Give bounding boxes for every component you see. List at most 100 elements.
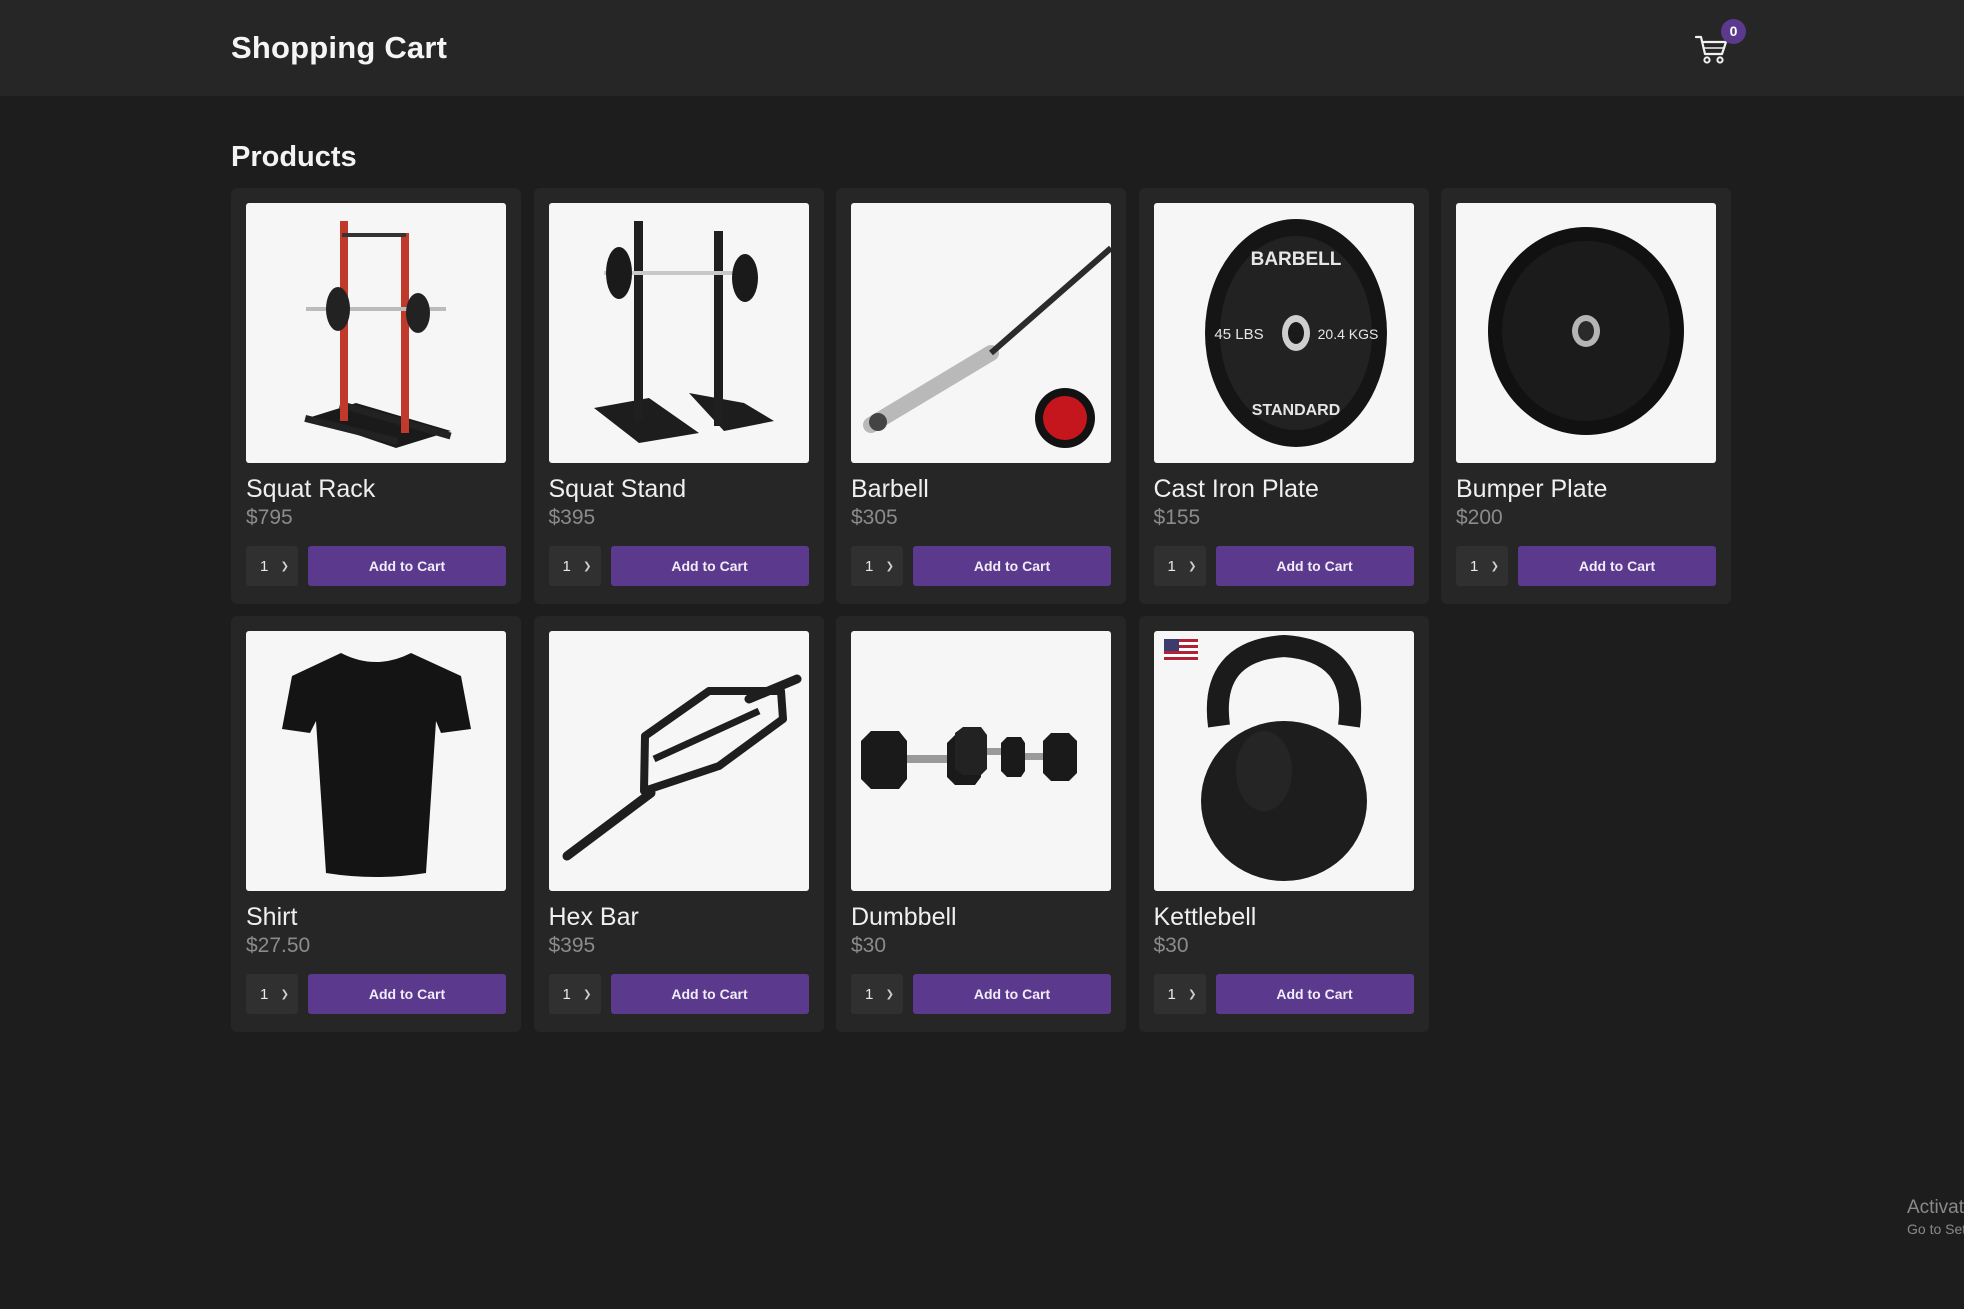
product-card: Squat Stand $395 1 ❯ Add to Cart bbox=[533, 188, 824, 604]
products-heading: Products bbox=[231, 141, 357, 173]
quantity-select[interactable]: 1 ❯ bbox=[851, 974, 903, 1014]
product-image bbox=[851, 203, 1111, 463]
squat-stand-image bbox=[593, 221, 774, 443]
product-price: $200 bbox=[1456, 506, 1503, 529]
quantity-select[interactable]: 1 ❯ bbox=[1153, 546, 1206, 586]
product-name: Cast Iron Plate bbox=[1153, 475, 1319, 503]
barbell-image bbox=[863, 245, 1111, 448]
watermark-title: Activate Windows bbox=[1907, 1197, 1964, 1218]
watermark-subtitle: Go to Settings to activate Windows. bbox=[1907, 1221, 1964, 1237]
product-name: Squat Stand bbox=[548, 475, 687, 503]
product-controls: 1 ❯ Add to Cart bbox=[851, 974, 1111, 1014]
plate-right-text: 20.4 KGS bbox=[1317, 326, 1378, 342]
product-price: $305 bbox=[851, 506, 898, 529]
add-to-cart-button[interactable]: Add to Cart bbox=[913, 974, 1111, 1014]
add-to-cart-button[interactable]: Add to Cart bbox=[308, 546, 506, 586]
quantity-value: 1 bbox=[1167, 557, 1176, 575]
product-card: Bumper Plate $200 1 ❯ Add to Cart bbox=[1441, 188, 1731, 604]
product-image bbox=[246, 203, 506, 463]
quantity-select[interactable]: 1 ❯ bbox=[548, 974, 601, 1014]
product-controls: 1 ❯ Add to Cart bbox=[246, 546, 506, 586]
product-controls: 1 ❯ Add to Cart bbox=[548, 546, 809, 586]
bumper-plate-image bbox=[1488, 227, 1684, 435]
squat-rack-image bbox=[304, 221, 452, 448]
product-price: $155 bbox=[1153, 506, 1201, 529]
product-name: Dumbbell bbox=[851, 903, 957, 931]
product-image bbox=[246, 631, 506, 891]
product-price: $395 bbox=[548, 506, 596, 529]
quantity-value: 1 bbox=[865, 985, 874, 1003]
add-to-cart-button[interactable]: Add to Cart bbox=[610, 974, 809, 1014]
app-title: Shopping Cart bbox=[231, 30, 448, 65]
chevron-down-icon: ❯ bbox=[280, 988, 289, 1000]
product-name: Squat Rack bbox=[246, 475, 376, 503]
add-to-cart-button[interactable]: Add to Cart bbox=[1215, 546, 1414, 586]
product-image: BARBELL 45 LBS 20.4 KGS STANDARD bbox=[1153, 203, 1414, 463]
product-image bbox=[548, 631, 809, 891]
add-to-cart-button[interactable]: Add to Cart bbox=[610, 546, 809, 586]
chevron-down-icon: ❯ bbox=[583, 560, 592, 572]
product-controls: 1 ❯ Add to Cart bbox=[1153, 974, 1414, 1014]
quantity-select[interactable]: 1 ❯ bbox=[548, 546, 601, 586]
add-to-cart-button[interactable]: Add to Cart bbox=[1215, 974, 1414, 1014]
quantity-value: 1 bbox=[1167, 985, 1176, 1003]
plate-bottom-text: STANDARD bbox=[1251, 402, 1340, 419]
hex-bar-image bbox=[562, 674, 801, 861]
kettlebell-image bbox=[1163, 634, 1367, 881]
product-image bbox=[548, 203, 809, 463]
product-controls: 1 ❯ Add to Cart bbox=[1153, 546, 1414, 586]
product-card: Barbell $305 1 ❯ Add to Cart bbox=[836, 188, 1126, 604]
quantity-value: 1 bbox=[260, 985, 269, 1003]
product-card: Shirt $27.50 1 ❯ Add to Cart bbox=[231, 616, 521, 1032]
product-name: Barbell bbox=[851, 475, 929, 503]
product-image bbox=[1153, 631, 1414, 891]
chevron-down-icon: ❯ bbox=[1188, 560, 1197, 572]
plate-left-text: 45 LBS bbox=[1214, 326, 1263, 343]
product-image bbox=[1456, 203, 1716, 463]
chevron-down-icon: ❯ bbox=[583, 988, 592, 1000]
product-price: $395 bbox=[548, 934, 596, 957]
dumbbell-image bbox=[861, 727, 1077, 789]
product-controls: 1 ❯ Add to Cart bbox=[246, 974, 506, 1014]
product-controls: 1 ❯ Add to Cart bbox=[851, 546, 1111, 586]
product-name: Hex Bar bbox=[548, 903, 639, 931]
product-name: Bumper Plate bbox=[1456, 475, 1608, 503]
add-to-cart-button[interactable]: Add to Cart bbox=[913, 546, 1111, 586]
product-controls: 1 ❯ Add to Cart bbox=[548, 974, 809, 1014]
us-flag-icon bbox=[1163, 639, 1198, 661]
cart-count-badge: 0 bbox=[1721, 19, 1746, 44]
product-name: Kettlebell bbox=[1153, 903, 1257, 931]
product-price: $30 bbox=[1153, 934, 1189, 957]
product-price: $795 bbox=[246, 506, 293, 529]
product-name: Shirt bbox=[246, 903, 298, 931]
product-price: $27.50 bbox=[246, 934, 311, 957]
product-price: $30 bbox=[851, 934, 887, 957]
product-card: Dumbbell $30 1 ❯ Add to Cart bbox=[836, 616, 1126, 1032]
quantity-select[interactable]: 1 ❯ bbox=[1153, 974, 1206, 1014]
product-card: Squat Rack $795 1 ❯ Add to Cart bbox=[231, 188, 521, 604]
quantity-value: 1 bbox=[562, 557, 571, 575]
chevron-down-icon: ❯ bbox=[280, 560, 289, 572]
product-card: Kettlebell $30 1 ❯ Add to Cart bbox=[1138, 616, 1429, 1032]
quantity-select[interactable]: 1 ❯ bbox=[246, 546, 298, 586]
top-bar: Shopping Cart 0 bbox=[0, 0, 1964, 96]
quantity-select[interactable]: 1 ❯ bbox=[1456, 546, 1508, 586]
product-card: BARBELL 45 LBS 20.4 KGS STANDARD Cast Ir… bbox=[1138, 188, 1429, 604]
quantity-select[interactable]: 1 ❯ bbox=[851, 546, 903, 586]
quantity-value: 1 bbox=[260, 557, 269, 575]
product-image bbox=[851, 631, 1111, 891]
chevron-down-icon: ❯ bbox=[885, 560, 894, 572]
add-to-cart-button[interactable]: Add to Cart bbox=[1518, 546, 1716, 586]
chevron-down-icon: ❯ bbox=[1490, 560, 1499, 572]
product-card: Hex Bar $395 1 ❯ Add to Cart bbox=[533, 616, 824, 1032]
chevron-down-icon: ❯ bbox=[885, 988, 894, 1000]
add-to-cart-button[interactable]: Add to Cart bbox=[308, 974, 506, 1014]
quantity-value: 1 bbox=[1470, 557, 1479, 575]
quantity-value: 1 bbox=[562, 985, 571, 1003]
product-grid: Squat Rack $795 1 ❯ Add to Cart Squat Sta… bbox=[231, 188, 1731, 1032]
plate-top-text: BARBELL bbox=[1250, 249, 1341, 270]
quantity-value: 1 bbox=[865, 557, 874, 575]
shirt-image bbox=[282, 653, 471, 877]
quantity-select[interactable]: 1 ❯ bbox=[246, 974, 298, 1014]
cast-iron-plate-image: BARBELL 45 LBS 20.4 KGS STANDARD bbox=[1204, 219, 1387, 447]
